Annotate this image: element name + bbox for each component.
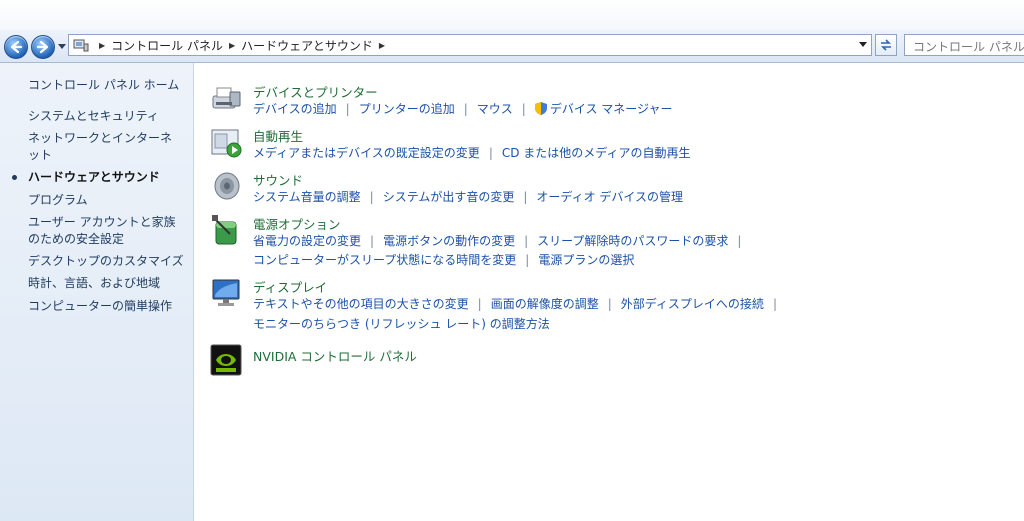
sidebar-item-security[interactable]: システムとセキュリティ — [28, 108, 188, 125]
printer-icon[interactable] — [210, 82, 242, 114]
sidebar-item-network[interactable]: ネットワークとインターネット — [28, 130, 178, 164]
forward-arrow-icon — [36, 40, 49, 54]
forward-button[interactable] — [31, 35, 55, 59]
category-title[interactable]: デバイスとプリンター — [253, 82, 378, 101]
breadcrumb-arrow-icon[interactable]: ▶ — [379, 41, 385, 50]
sidebar-item-clock-region[interactable]: 時計、言語、および地域 — [28, 275, 188, 292]
link-separator: | — [345, 102, 350, 116]
link-separator: | — [772, 297, 777, 311]
sidebar: コントロール パネル ホーム システムとセキュリティ ネットワークとインターネッ… — [0, 63, 194, 521]
system-sounds-link[interactable]: システムが出す音の変更 — [383, 190, 515, 204]
link-separator: | — [524, 234, 529, 248]
volume-link[interactable]: システム音量の調整 — [253, 190, 361, 204]
cd-autoplay-link[interactable]: CD または他のメディアの自動再生 — [502, 146, 691, 160]
sleep-time-link[interactable]: コンピューターがスリープ状態になる時間を変更 — [253, 253, 516, 267]
sidebar-item-ease-of-access[interactable]: コンピューターの簡単操作 — [28, 298, 188, 315]
device-manager-link[interactable]: デバイス マネージャー — [550, 102, 673, 116]
back-button[interactable] — [4, 35, 28, 59]
sidebar-item-programs[interactable]: プログラム — [28, 192, 188, 209]
breadcrumb-arrow-icon[interactable]: ▶ — [99, 41, 105, 50]
recent-pages-dropdown[interactable] — [58, 44, 66, 49]
display-icon[interactable] — [210, 277, 242, 309]
add-device-link[interactable]: デバイスの追加 — [253, 102, 337, 116]
link-separator: | — [737, 234, 742, 248]
external-display-link[interactable]: 外部ディスプレイへの接続 — [621, 297, 764, 311]
text-size-link[interactable]: テキストやその他の項目の大きさの変更 — [253, 297, 469, 311]
autoplay-icon[interactable] — [210, 126, 242, 158]
breadcrumb-arrow-icon[interactable]: ▶ — [229, 41, 235, 50]
refresh-button[interactable] — [875, 34, 897, 56]
breadcrumb-control-panel[interactable]: コントロール パネル — [111, 37, 223, 54]
link-separator: | — [521, 102, 526, 116]
active-bullet-icon — [12, 175, 17, 180]
link-separator: | — [523, 190, 528, 204]
category-title[interactable]: NVIDIA コントロール パネル — [253, 346, 417, 365]
link-separator: | — [370, 234, 375, 248]
breadcrumb-hardware-sound[interactable]: ハードウェアとサウンド — [241, 37, 373, 54]
power-icon[interactable] — [210, 214, 242, 246]
wake-password-link[interactable]: スリープ解除時のパスワードの要求 — [537, 234, 728, 248]
audio-devices-link[interactable]: オーディオ デバイスの管理 — [536, 190, 683, 204]
search-input[interactable]: コントロール パネルの検索 — [904, 34, 1024, 56]
sidebar-item-appearance[interactable]: デスクトップのカスタマイズ — [28, 253, 188, 270]
category-title[interactable]: ディスプレイ — [253, 277, 327, 296]
sidebar-home-link[interactable]: コントロール パネル ホーム — [28, 77, 188, 94]
resolution-link[interactable]: 画面の解像度の調整 — [491, 297, 599, 311]
power-plan-link[interactable]: 電源プランの選択 — [538, 253, 634, 267]
add-printer-link[interactable]: プリンターの追加 — [359, 102, 455, 116]
sidebar-item-user-accounts[interactable]: ユーザー アカウントと家族のための安全設定 — [28, 214, 186, 248]
link-separator: | — [488, 146, 493, 160]
nvidia-icon[interactable] — [210, 344, 242, 376]
refresh-rate-link[interactable]: モニターのちらつき (リフレッシュ レート) の調整方法 — [253, 317, 550, 331]
refresh-icon — [881, 39, 891, 51]
power-button-link[interactable]: 電源ボタンの動作の変更 — [383, 234, 515, 248]
speaker-icon[interactable] — [210, 170, 242, 202]
category-title[interactable]: 自動再生 — [253, 126, 303, 145]
power-settings-link[interactable]: 省電力の設定の変更 — [253, 234, 361, 248]
link-separator: | — [525, 253, 530, 267]
media-defaults-link[interactable]: メディアまたはデバイスの既定設定の変更 — [253, 146, 480, 160]
window-titlebar — [0, 0, 1024, 30]
category-title[interactable]: 電源オプション — [253, 214, 341, 233]
control-panel-icon — [73, 38, 89, 52]
address-bar[interactable]: ▶ コントロール パネル ▶ ハードウェアとサウンド ▶ — [68, 34, 872, 56]
link-separator: | — [477, 297, 482, 311]
link-separator: | — [369, 190, 374, 204]
link-separator: | — [463, 102, 468, 116]
link-separator: | — [607, 297, 612, 311]
sidebar-item-hardware: ハードウェアとサウンド — [28, 170, 160, 184]
address-dropdown-icon[interactable] — [859, 42, 867, 47]
category-title[interactable]: サウンド — [253, 170, 303, 189]
back-arrow-icon — [10, 40, 23, 54]
uac-shield-icon — [534, 102, 547, 115]
mouse-link[interactable]: マウス — [477, 102, 513, 116]
